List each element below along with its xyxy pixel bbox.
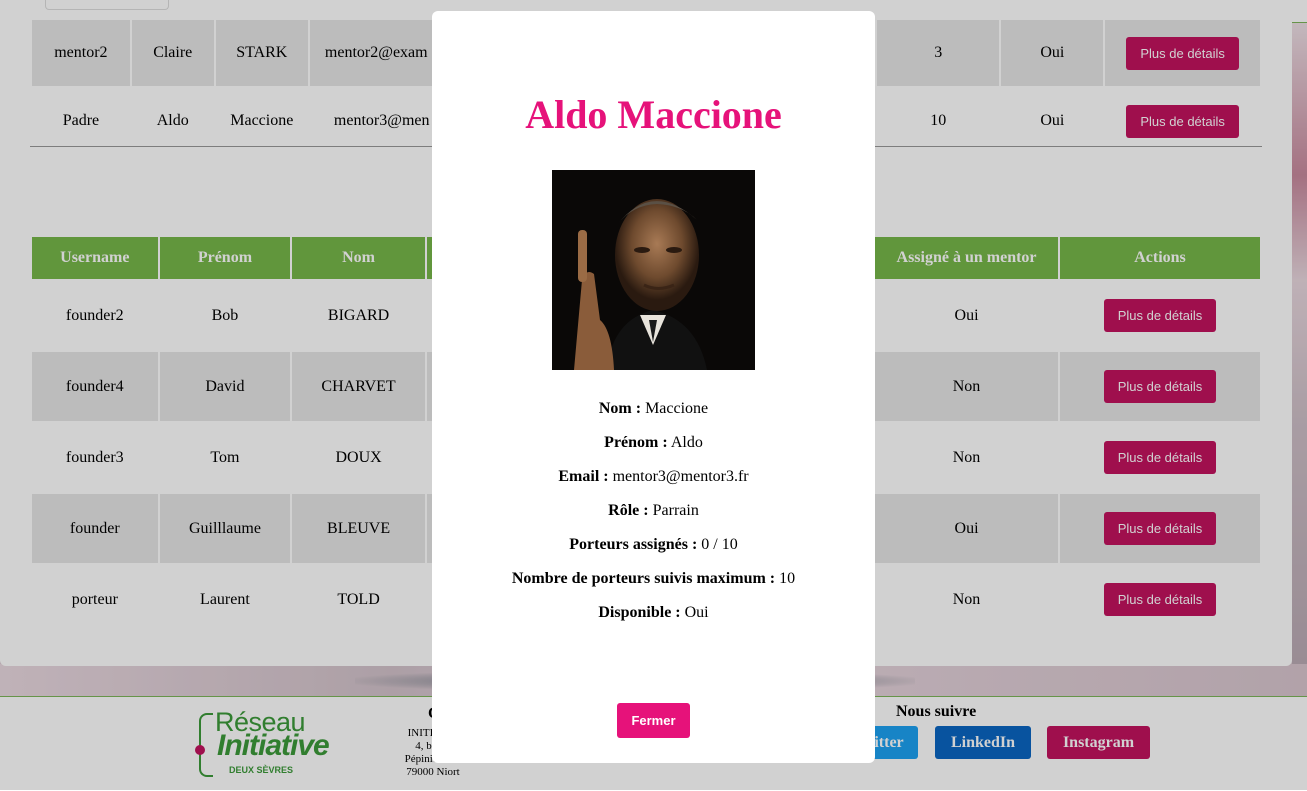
detail-value: mentor3@mentor3.fr xyxy=(612,468,749,485)
detail-max-porteurs: Nombre de porteurs suivis maximum : 10 xyxy=(432,569,875,603)
detail-label: Rôle : xyxy=(608,502,649,519)
detail-value: 10 xyxy=(779,570,796,587)
detail-label: Disponible : xyxy=(598,604,681,621)
detail-label: Porteurs assignés : xyxy=(569,536,698,553)
detail-label: Email : xyxy=(558,468,609,485)
detail-label: Nombre de porteurs suivis maximum : xyxy=(511,570,776,587)
detail-value: Parrain xyxy=(652,502,699,519)
detail-value: Oui xyxy=(684,604,709,621)
detail-nom: Nom : Maccione xyxy=(432,399,875,433)
detail-porteurs-assignes: Porteurs assignés : 0 / 10 xyxy=(432,535,875,569)
mentor-details: Nom : Maccione Prénom : Aldo Email : men… xyxy=(432,399,875,637)
detail-role: Rôle : Parrain xyxy=(432,501,875,535)
detail-label: Nom : xyxy=(598,400,642,417)
detail-value: Aldo xyxy=(670,434,703,451)
detail-value: Maccione xyxy=(645,400,709,417)
detail-label: Prénom : xyxy=(604,434,668,451)
detail-email: Email : mentor3@mentor3.fr xyxy=(432,467,875,501)
mentor-photo xyxy=(552,170,755,370)
detail-value: 0 / 10 xyxy=(701,536,738,553)
close-button[interactable]: Fermer xyxy=(617,703,690,738)
mentor-photo-image xyxy=(552,170,755,370)
detail-disponible: Disponible : Oui xyxy=(432,603,875,637)
modal-title: Aldo Maccione xyxy=(525,92,782,137)
detail-prenom: Prénom : Aldo xyxy=(432,433,875,467)
mentor-details-modal: Aldo Maccione Nom : Maccione Prénom: Al… xyxy=(432,11,875,763)
